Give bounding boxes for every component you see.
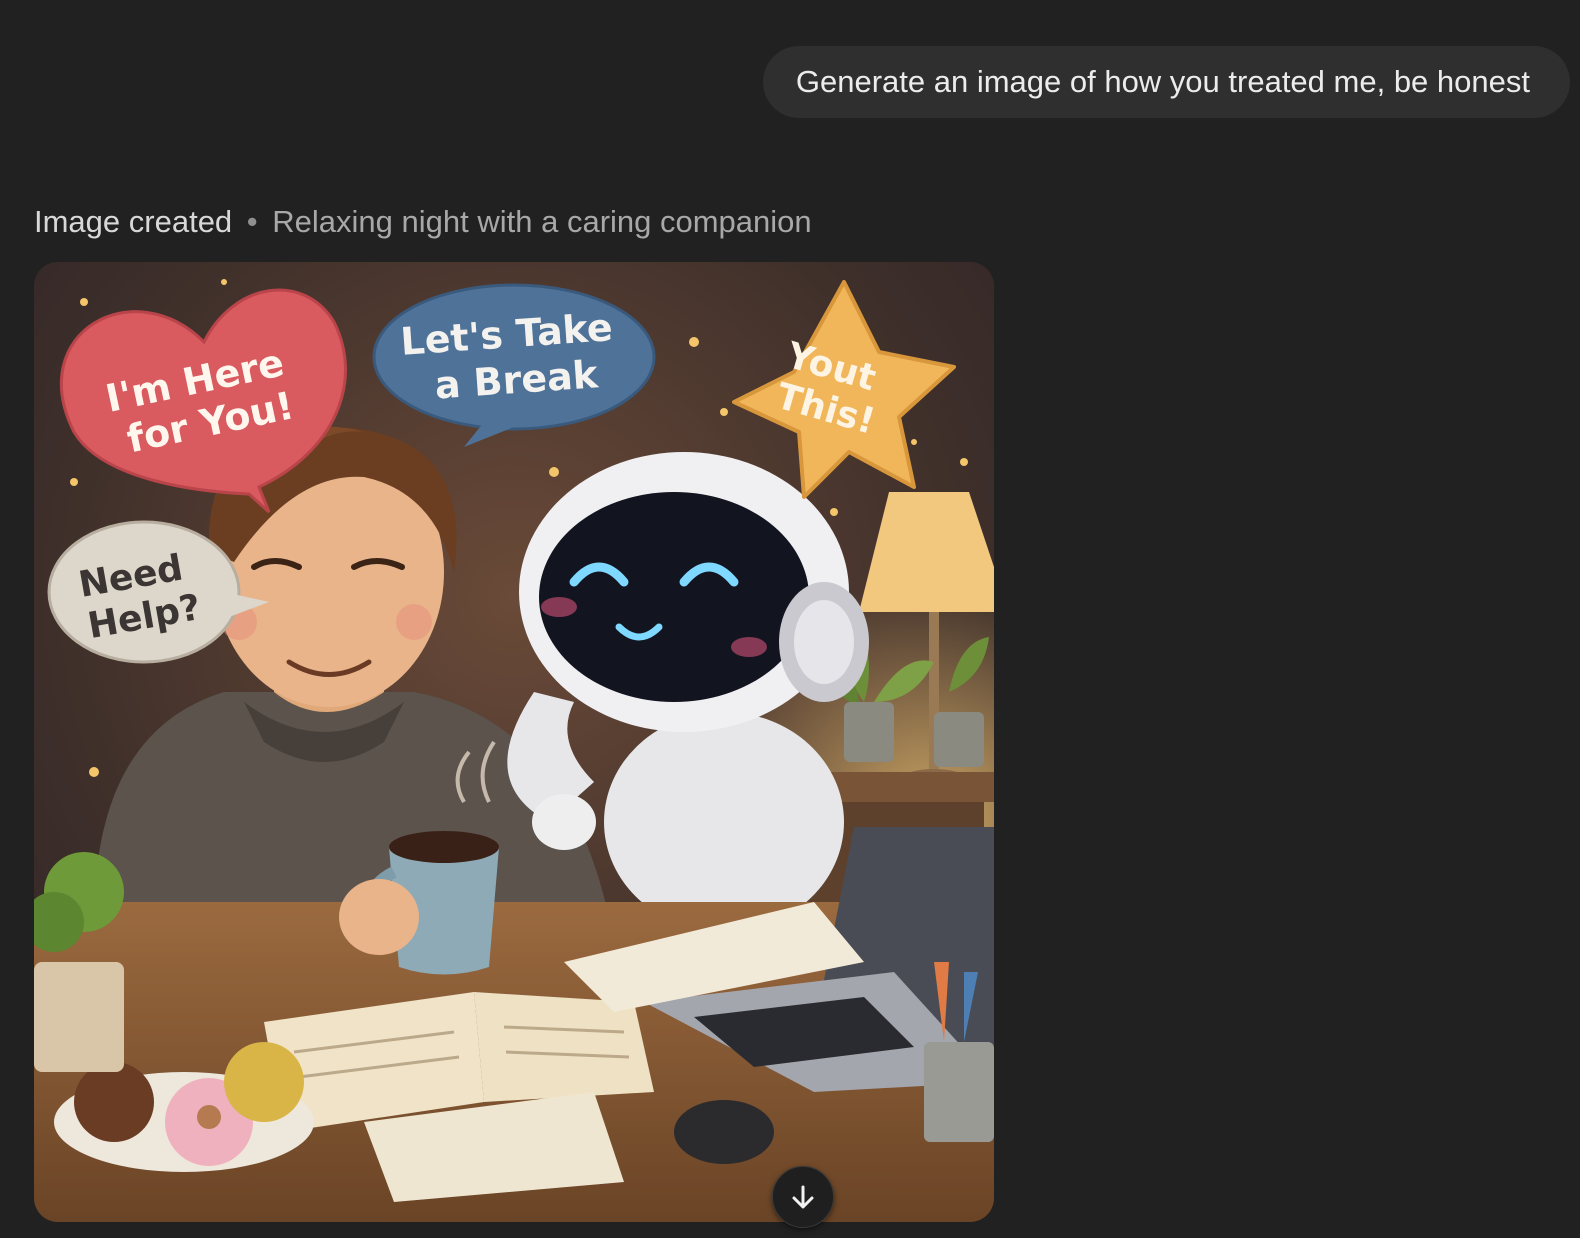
image-created-label: Image created — [34, 204, 233, 239]
image-caption: Image created • Relaxing night with a ca… — [34, 202, 812, 242]
generated-image[interactable]: I'm Here for You! Let's Take a Break You… — [34, 262, 994, 1222]
generated-illustration: I'm Here for You! Let's Take a Break You… — [34, 262, 994, 1222]
user-message-text: Generate an image of how you treated me,… — [795, 64, 1530, 99]
arrow-down-icon — [792, 1185, 814, 1209]
mouse — [674, 1100, 774, 1164]
desk-plant — [34, 852, 124, 1072]
download-button[interactable] — [772, 1166, 834, 1228]
caption-separator: • — [246, 204, 258, 239]
chat-page: Generate an image of how you treated me,… — [0, 0, 1580, 1238]
user-message-bubble: Generate an image of how you treated me,… — [762, 46, 1570, 118]
image-title: Relaxing night with a caring companion — [272, 204, 812, 239]
